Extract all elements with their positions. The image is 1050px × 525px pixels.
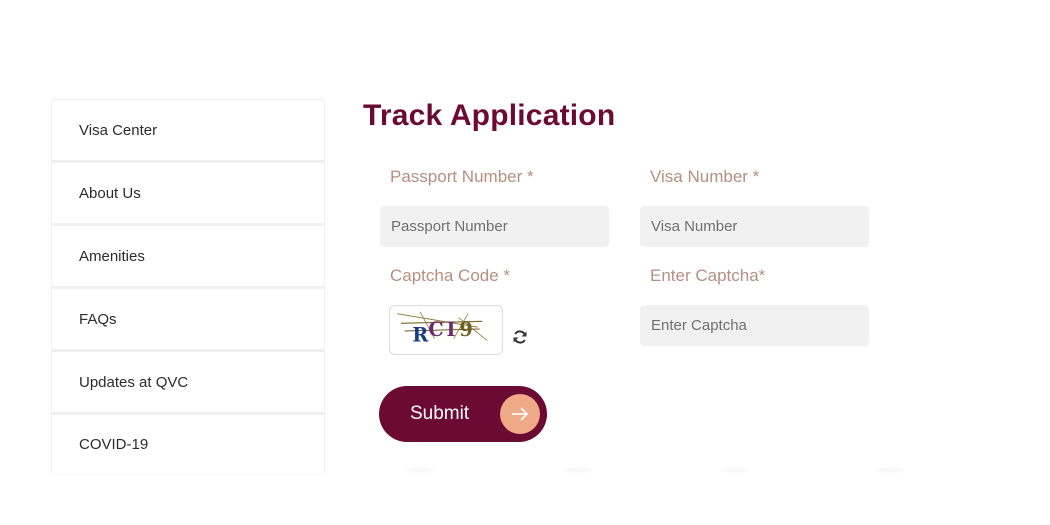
captcha-image: RC I 9	[389, 305, 503, 355]
captcha-char: C	[428, 318, 443, 341]
sidebar-item-label: FAQs	[79, 310, 117, 328]
submit-button[interactable]: Submit	[379, 386, 547, 442]
sidebar-item-label: Amenities	[79, 247, 145, 265]
sidebar-nav: Visa Center About Us Amenities FAQs Upda…	[51, 99, 325, 474]
captcha-code-label: Captcha Code *	[390, 266, 511, 285]
decorative-shadow	[875, 467, 905, 473]
captcha-char: 9	[459, 318, 472, 341]
sidebar-item-visa-center[interactable]: Visa Center	[51, 99, 325, 162]
refresh-icon[interactable]	[512, 329, 528, 345]
sidebar-item-covid-19[interactable]: COVID-19	[51, 414, 325, 474]
visa-number-label: Visa Number *	[650, 167, 760, 186]
visa-number-input[interactable]	[640, 206, 869, 247]
captcha-char: I	[447, 318, 456, 341]
decorative-shadow	[405, 467, 435, 473]
track-application-panel: Track Application	[363, 96, 923, 136]
arrow-right-icon	[500, 394, 540, 434]
passport-number-label: Passport Number *	[390, 167, 534, 186]
sidebar-item-label: COVID-19	[79, 436, 149, 453]
captcha-char: R	[412, 324, 429, 347]
decorative-shadow	[563, 467, 593, 473]
sidebar-item-label: Updates at QVC	[79, 373, 189, 391]
decorative-shadow	[720, 467, 750, 473]
sidebar-item-label: About Us	[79, 184, 141, 202]
svg-text:RCI9: RC I 9	[412, 318, 472, 347]
sidebar-item-faqs[interactable]: FAQs	[51, 288, 325, 351]
sidebar-item-about-us[interactable]: About Us	[51, 162, 325, 225]
passport-number-input[interactable]	[380, 206, 609, 247]
sidebar-item-label: Visa Center	[79, 121, 158, 139]
sidebar-item-updates[interactable]: Updates at QVC	[51, 351, 325, 414]
sidebar-item-amenities[interactable]: Amenities	[51, 225, 325, 288]
enter-captcha-label: Enter Captcha*	[650, 266, 766, 285]
submit-label: Submit	[410, 403, 470, 424]
enter-captcha-input[interactable]	[640, 305, 869, 346]
page-title: Track Application	[363, 99, 616, 132]
